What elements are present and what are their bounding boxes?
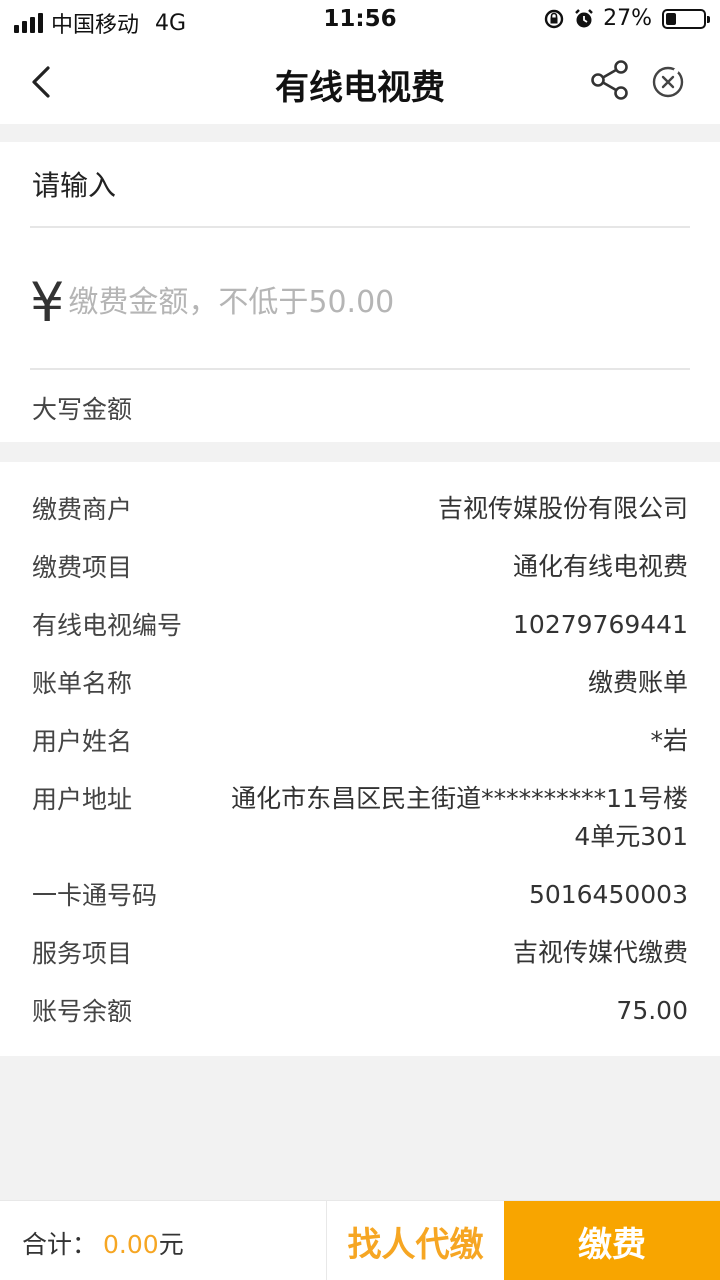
detail-value: *岩: [650, 726, 688, 755]
network-type: 4G: [155, 10, 187, 36]
detail-label: 用户姓名: [32, 727, 133, 756]
yen-symbol: ¥: [30, 270, 65, 334]
detail-label: 缴费项目: [32, 553, 133, 582]
total-amount: 0.00: [103, 1230, 159, 1259]
nav-bar: 有线电视费: [0, 40, 720, 124]
detail-value: 5016450003: [528, 880, 688, 909]
share-icon[interactable]: [588, 58, 632, 102]
status-right: 27%: [543, 6, 710, 31]
amount-card: 请输入 ¥ 大写金额: [0, 142, 720, 442]
input-label: 请输入: [32, 169, 117, 202]
total-label: 合计：: [22, 1230, 98, 1259]
detail-label: 账号余额: [32, 997, 133, 1026]
carrier-name: 中国移动: [51, 13, 140, 38]
battery-percent: 27%: [603, 6, 652, 31]
divider: [30, 226, 690, 228]
detail-label: 账单名称: [32, 669, 133, 698]
detail-label: 缴费商户: [32, 495, 133, 524]
battery-icon: [662, 8, 710, 29]
detail-value: 10279769441: [513, 610, 688, 639]
status-bar: 中国移动 4G 11:56 27%: [0, 0, 720, 40]
detail-value: 通化有线电视费: [512, 552, 688, 581]
alarm-icon: [575, 8, 593, 27]
signal-icon: [14, 13, 43, 33]
rotation-lock-icon: [544, 9, 564, 28]
total-summary: 合计： 0.00 元: [22, 1225, 184, 1261]
bottom-bar: 合计： 0.00 元 找人代缴 缴费: [0, 1200, 720, 1280]
status-left: 中国移动 4G: [14, 7, 186, 39]
upper-amount-label: 大写金额: [32, 395, 133, 424]
proxy-pay-button[interactable]: 找人代缴: [326, 1201, 504, 1280]
divider: [30, 368, 690, 370]
detail-value: 吉视传媒股份有限公司: [437, 494, 688, 523]
detail-value: 75.00: [616, 996, 688, 1025]
detail-label: 一卡通号码: [32, 881, 158, 910]
amount-row: ¥: [30, 270, 569, 334]
back-icon[interactable]: [24, 60, 60, 104]
details-card: 缴费商户 吉视传媒股份有限公司 缴费项目 通化有线电视费 有线电视编号 1027…: [0, 462, 720, 1056]
detail-value: 吉视传媒代缴费: [512, 938, 688, 967]
detail-label: 有线电视编号: [32, 611, 183, 640]
detail-value: 通化市东昌区民主街道**********11号楼4单元301: [231, 784, 688, 851]
detail-label: 服务项目: [32, 939, 133, 968]
amount-input[interactable]: [68, 284, 569, 320]
pay-button[interactable]: 缴费: [504, 1201, 720, 1280]
detail-value: 缴费账单: [587, 668, 688, 697]
total-unit: 元: [158, 1230, 184, 1259]
close-icon[interactable]: [648, 62, 688, 102]
detail-label: 用户地址: [32, 785, 133, 814]
